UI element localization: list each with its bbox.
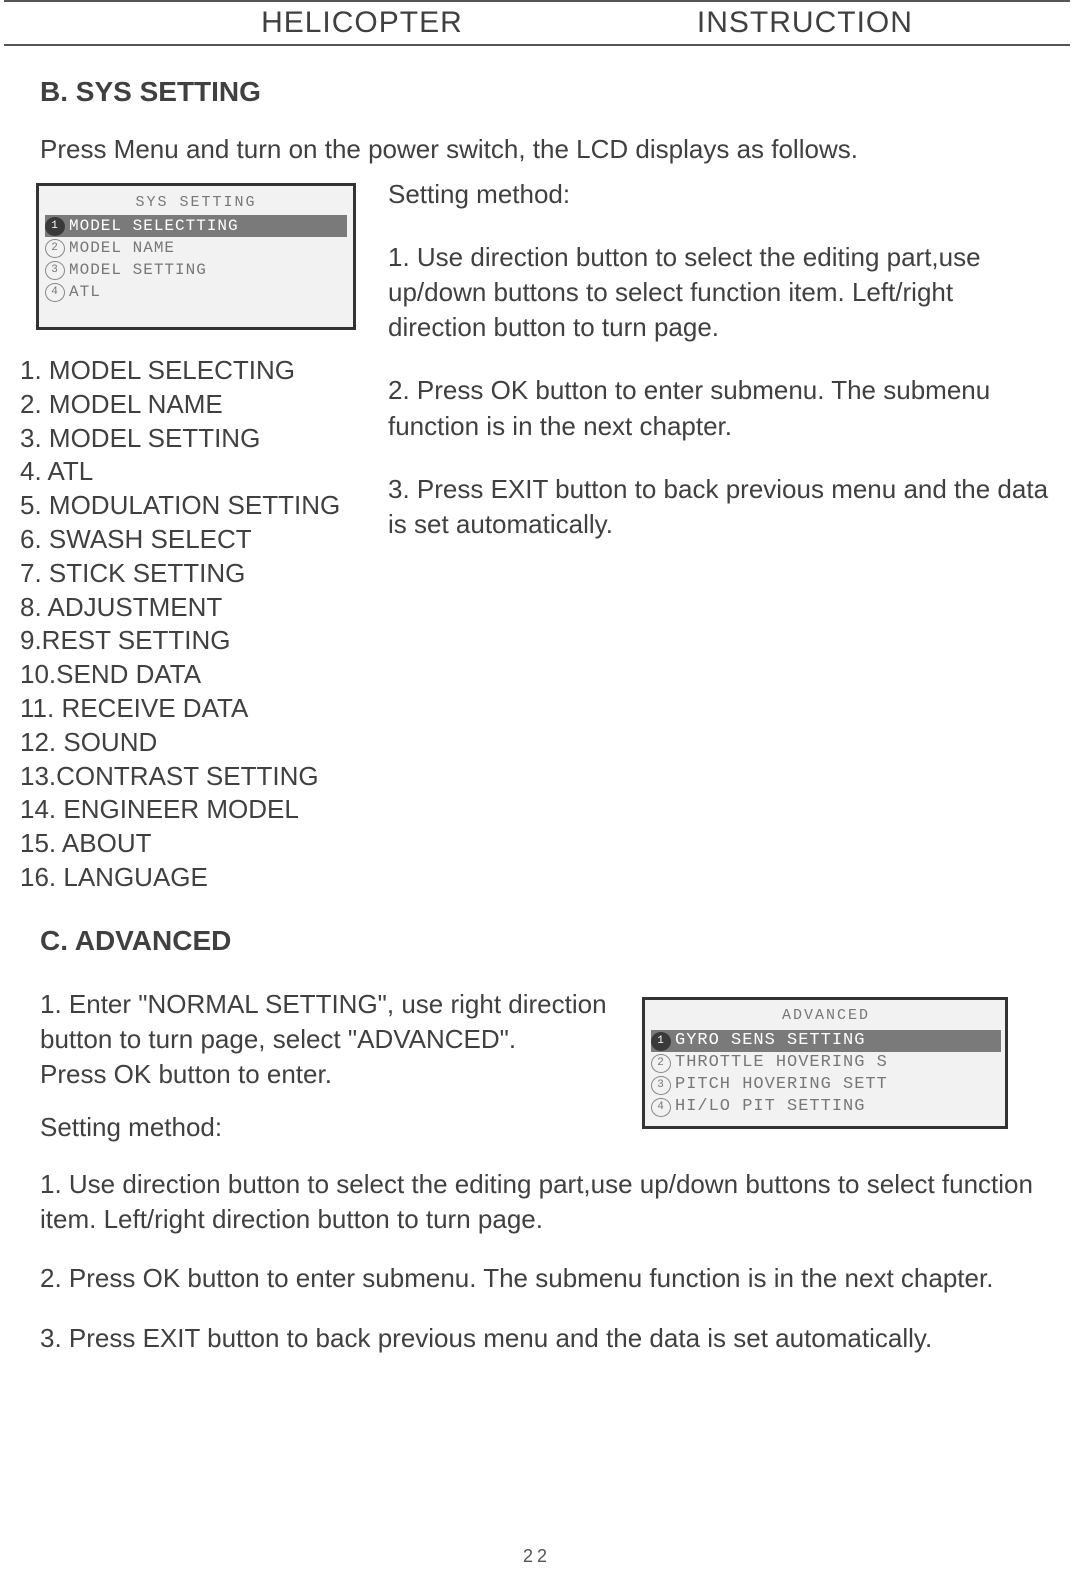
lcd-label: HI/LO PIT SETTING: [675, 1096, 1001, 1119]
lcd-index: 4: [45, 283, 65, 302]
lcd-index: 2: [651, 1054, 671, 1073]
lcd-label: THROTTLE HOVERING S: [675, 1052, 1001, 1075]
lcd-label: MODEL SELECTTING: [69, 217, 347, 235]
list-item: 4. ATL: [20, 455, 378, 489]
lcd-index: 3: [45, 261, 65, 280]
page-number: 22: [523, 1546, 551, 1567]
lcd-advanced: ADVANCED 1 GYRO SENS SETTING 2 THROTTLE …: [642, 997, 1008, 1129]
section-b-intro: Press Menu and turn on the power switch,…: [40, 132, 1034, 167]
list-item: 7. STICK SETTING: [20, 557, 378, 591]
lcd-label: MODEL SETTING: [69, 261, 347, 279]
lcd-index: 3: [651, 1076, 671, 1095]
list-item: 6. SWASH SELECT: [20, 523, 378, 557]
list-item: 12. SOUND: [20, 726, 378, 760]
lcd-title: ADVANCED: [651, 1006, 1001, 1026]
lcd-label: PITCH HOVERING SETT: [675, 1074, 1001, 1097]
list-item: 9.REST SETTING: [20, 624, 378, 658]
list-item: 15. ABOUT: [20, 827, 378, 861]
lcd-label: MODEL NAME: [69, 239, 347, 257]
lcd-index: 1: [45, 217, 65, 236]
lcd-label: GYRO SENS SETTING: [675, 1030, 1001, 1053]
setting-method-title: Setting method:: [388, 177, 1054, 212]
section-b-title: B. SYS SETTING: [40, 76, 1074, 108]
list-item: 8. ADJUSTMENT: [20, 591, 378, 625]
list-item: 3. MODEL SETTING: [20, 422, 378, 456]
section-c-title: C. ADVANCED: [40, 925, 1074, 957]
header-right: INSTRUCTION: [697, 6, 953, 40]
setting-method-step: 1. Use direction button to select the ed…: [388, 240, 1054, 345]
list-item: 5. MODULATION SETTING: [20, 489, 378, 523]
sys-setting-list: 1. MODEL SELECTING 2. MODEL NAME 3. MODE…: [20, 354, 378, 895]
lcd-label: ATL: [69, 283, 347, 301]
list-item: 2. MODEL NAME: [20, 388, 378, 422]
list-item: 16. LANGUAGE: [20, 861, 378, 895]
lcd-row: 4 HI/LO PIT SETTING: [651, 1096, 1001, 1118]
list-item: 1. MODEL SELECTING: [20, 354, 378, 388]
setting-method-step: 3. Press EXIT button to back previous me…: [40, 1321, 1034, 1356]
list-item: 13.CONTRAST SETTING: [20, 760, 378, 794]
list-item: 14. ENGINEER MODEL: [20, 793, 378, 827]
lcd-row: 2 THROTTLE HOVERING S: [651, 1052, 1001, 1074]
lcd-row: 1 MODEL SELECTTING: [45, 215, 347, 237]
setting-method-step: 2. Press OK button to enter submenu. The…: [40, 1261, 1034, 1296]
lcd-index: 2: [45, 239, 65, 258]
setting-method-step: 3. Press EXIT button to back previous me…: [388, 472, 1054, 542]
page-header: HELICOPTER INSTRUCTION: [4, 0, 1070, 46]
lcd-row: 1 GYRO SENS SETTING: [651, 1030, 1001, 1052]
lcd-index: 1: [651, 1032, 671, 1051]
lcd-row: 3 PITCH HOVERING SETT: [651, 1074, 1001, 1096]
setting-method-step: 2. Press OK button to enter submenu. The…: [388, 373, 1054, 443]
setting-method-step: 1. Use direction button to select the ed…: [40, 1167, 1034, 1237]
list-item: 10.SEND DATA: [20, 658, 378, 692]
list-item: 11. RECEIVE DATA: [20, 692, 378, 726]
lcd-row: 3 MODEL SETTING: [45, 259, 347, 281]
lcd-index: 4: [651, 1098, 671, 1117]
lcd-title: SYS SETTING: [45, 194, 347, 211]
lcd-row: 2 MODEL NAME: [45, 237, 347, 259]
header-left: HELICOPTER: [121, 6, 463, 40]
lcd-sys-setting: SYS SETTING 1 MODEL SELECTTING 2 MODEL N…: [36, 183, 356, 330]
lcd-row: 4 ATL: [45, 281, 347, 303]
